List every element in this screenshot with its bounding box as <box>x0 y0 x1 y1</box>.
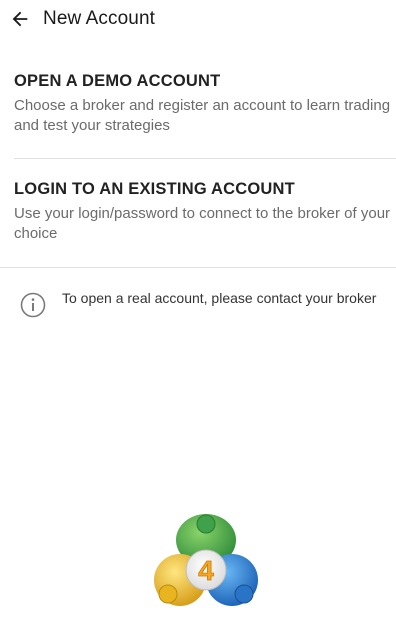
option-title: LOGIN TO AN EXISTING ACCOUNT <box>14 180 295 198</box>
info-text: To open a real account, please contact y… <box>62 290 377 306</box>
app-bar: New Account <box>0 0 396 40</box>
arrow-left-icon <box>12 11 28 27</box>
page-title: New Account <box>43 8 155 29</box>
info-circle-icon <box>20 292 46 318</box>
new-account-screen: New Account OPEN A DEMO ACCOUNT Choose a… <box>0 0 396 627</box>
option-title: OPEN A DEMO ACCOUNT <box>14 72 221 90</box>
divider <box>14 158 396 159</box>
option-description: Use your login/password to connect to th… <box>14 205 391 242</box>
option-description: Choose a broker and register an account … <box>14 97 391 134</box>
login-existing-account-option[interactable]: LOGIN TO AN EXISTING ACCOUNT Use your lo… <box>0 168 396 266</box>
back-button[interactable] <box>6 4 34 34</box>
logo-number: 4 <box>198 555 214 586</box>
divider <box>0 267 396 268</box>
real-account-info: To open a real account, please contact y… <box>0 280 396 330</box>
open-demo-account-option[interactable]: OPEN A DEMO ACCOUNT Choose a broker and … <box>0 60 396 158</box>
metatrader-logo: 4 <box>154 514 258 606</box>
